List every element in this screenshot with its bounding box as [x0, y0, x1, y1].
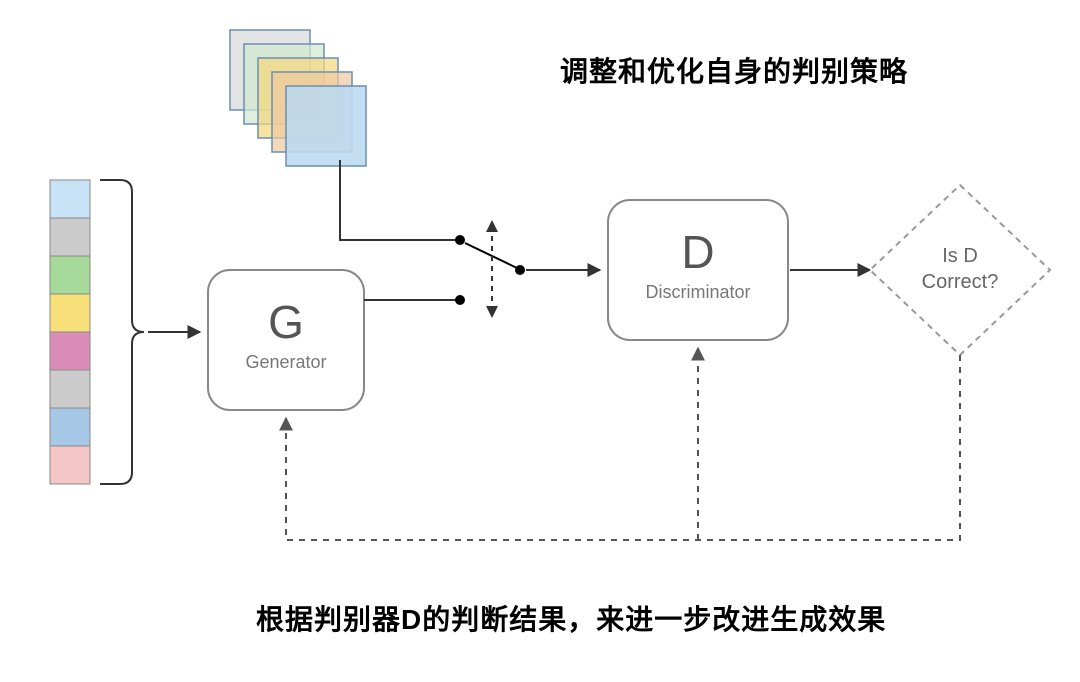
feedback-to-generator	[286, 355, 960, 540]
switch-terminal-top	[455, 235, 465, 245]
sample-image	[286, 86, 366, 166]
bracket-icon	[100, 180, 144, 484]
decision-text-line1: Is D	[942, 245, 978, 267]
discriminator-label: Discriminator	[645, 282, 750, 302]
input-vector-cell	[50, 218, 90, 256]
switch-pivot	[515, 265, 525, 275]
generator-label: Generator	[245, 352, 326, 372]
decision-text-line2: Correct?	[922, 271, 999, 293]
input-vector-cell	[50, 332, 90, 370]
input-vector-cell	[50, 408, 90, 446]
discriminator-letter: D	[681, 226, 714, 278]
input-vector-cell	[50, 370, 90, 408]
input-vector-cell	[50, 256, 90, 294]
input-vector-cell	[50, 180, 90, 218]
input-vector-cell	[50, 446, 90, 484]
input-vector-cell	[50, 294, 90, 332]
line-real-to-switch	[340, 160, 460, 240]
diagram-svg: G Generator D Discriminator Is D Correct…	[0, 0, 1080, 682]
switch-terminal-bottom	[455, 295, 465, 305]
decision-diamond: Is D Correct?	[870, 185, 1050, 355]
real-samples-stack	[230, 30, 366, 166]
input-vector	[50, 180, 90, 484]
generator-letter: G	[268, 296, 304, 348]
